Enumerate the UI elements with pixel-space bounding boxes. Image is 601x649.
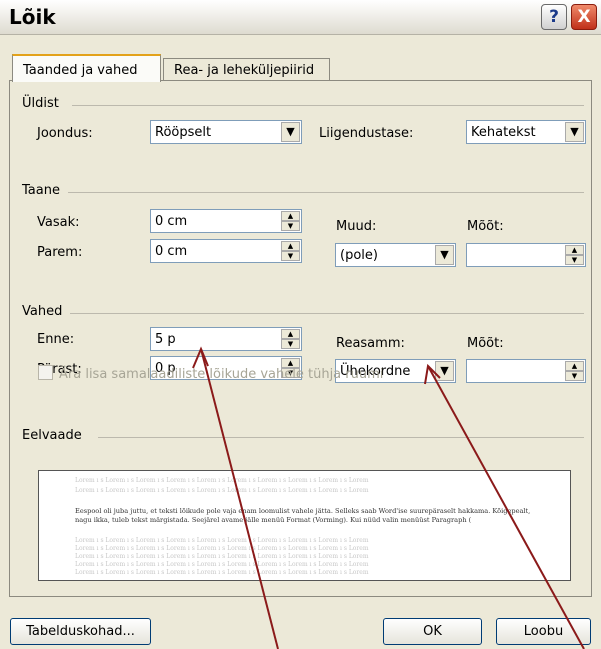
close-button[interactable]: X — [571, 4, 597, 30]
tab-line-and-page-breaks[interactable]: Rea- ja leheküljepiirid — [163, 58, 330, 81]
section-divider — [70, 313, 584, 314]
spin-down-icon[interactable]: ▼ — [281, 221, 300, 231]
outline-level-select[interactable]: Kehatekst ▼ — [466, 120, 586, 144]
chevron-down-icon[interactable]: ▼ — [281, 122, 300, 142]
indent-by-label: Mõõt: — [467, 219, 504, 234]
indent-by-spinner[interactable]: ▲ ▼ — [466, 243, 586, 267]
special-indent-label: Muud: — [336, 219, 377, 234]
right-indent-spinner[interactable]: 0 cm ▲ ▼ — [150, 239, 302, 263]
dont-add-space-label: Ära lisa samalaadiliste lõikude vahele t… — [59, 367, 384, 382]
space-before-spinner[interactable]: 5 p ▲ ▼ — [150, 327, 302, 351]
preview-filler-line: Lorem ı s Lorem ı s Lorem ı s Lorem ı s … — [75, 487, 369, 494]
tab-label: Rea- ja leheküljepiirid — [174, 63, 315, 78]
spin-up-icon[interactable]: ▲ — [281, 241, 300, 251]
indent-heading: Taane — [22, 183, 60, 198]
left-indent-spinner[interactable]: 0 cm ▲ ▼ — [150, 209, 302, 233]
ok-button[interactable]: OK — [383, 618, 482, 645]
preview-filler-line: Lorem ı s Lorem ı s Lorem ı s Lorem ı s … — [75, 569, 369, 576]
special-indent-value: (pole) — [340, 248, 378, 263]
spin-down-icon[interactable]: ▼ — [565, 255, 584, 265]
tab-label: Taanded ja vahed — [23, 63, 138, 78]
spin-down-icon[interactable]: ▼ — [565, 371, 584, 381]
line-spacing-at-spinner[interactable]: ▲ ▼ — [466, 359, 586, 383]
section-divider — [68, 192, 584, 193]
preview-heading: Eelvaade — [22, 428, 82, 443]
right-indent-value: 0 cm — [155, 244, 188, 259]
outline-level-value: Kehatekst — [471, 125, 536, 140]
chevron-down-icon[interactable]: ▼ — [565, 122, 584, 142]
line-spacing-label: Reasamm: — [336, 336, 405, 351]
preview-filler-line: Lorem ı s Lorem ı s Lorem ı s Lorem ı s … — [75, 477, 369, 484]
dont-add-space-option[interactable]: Ära lisa samalaadiliste lõikude vahele t… — [38, 365, 383, 382]
left-indent-value: 0 cm — [155, 214, 188, 229]
preview-filler-line: Lorem ı s Lorem ı s Lorem ı s Lorem ı s … — [75, 545, 369, 552]
spin-up-icon[interactable]: ▲ — [565, 245, 584, 255]
chevron-down-icon[interactable]: ▼ — [435, 245, 454, 265]
space-before-value: 5 p — [155, 332, 176, 347]
tab-indents-and-spacing[interactable]: Taanded ja vahed — [12, 54, 161, 82]
title-bar: Lõik ? X — [0, 0, 601, 35]
general-heading: Üldist — [22, 96, 59, 111]
space-before-label: Enne: — [37, 332, 75, 347]
cancel-button[interactable]: Loobu — [496, 618, 591, 645]
alignment-label: Joondus: — [37, 126, 93, 141]
help-button[interactable]: ? — [541, 4, 567, 30]
preview-filler-line: Lorem ı s Lorem ı s Lorem ı s Lorem ı s … — [75, 537, 369, 544]
spin-up-icon[interactable]: ▲ — [281, 211, 300, 221]
alignment-select[interactable]: Rööpselt ▼ — [150, 120, 302, 144]
preview-filler-line: Lorem ı s Lorem ı s Lorem ı s Lorem ı s … — [75, 561, 369, 568]
line-spacing-at-label: Mõõt: — [467, 336, 504, 351]
preview-sample-text: Eespool oli juba juttu, et teksti lõikud… — [75, 507, 531, 524]
alignment-value: Rööpselt — [155, 125, 212, 140]
outline-level-label: Liigendustase: — [319, 126, 414, 141]
section-divider — [98, 437, 584, 438]
left-indent-label: Vasak: — [37, 215, 80, 230]
spin-up-icon[interactable]: ▲ — [281, 329, 300, 339]
chevron-down-icon[interactable]: ▼ — [435, 361, 454, 381]
section-divider — [72, 105, 584, 106]
spin-down-icon[interactable]: ▼ — [281, 339, 300, 349]
dont-add-space-checkbox[interactable] — [38, 365, 53, 380]
spin-down-icon[interactable]: ▼ — [281, 251, 300, 261]
paragraph-dialog: Lõik ? X Taanded ja vahed Rea- ja lehekü… — [0, 0, 601, 649]
special-indent-select[interactable]: (pole) ▼ — [335, 243, 456, 267]
right-indent-label: Parem: — [37, 245, 83, 260]
spin-up-icon[interactable]: ▲ — [565, 361, 584, 371]
window-title: Lõik — [9, 5, 56, 29]
preview-box: Lorem ı s Lorem ı s Lorem ı s Lorem ı s … — [38, 470, 571, 581]
spacing-heading: Vahed — [22, 304, 63, 319]
tabs-button[interactable]: Tabelduskohad... — [10, 618, 151, 645]
preview-filler-line: Lorem ı s Lorem ı s Lorem ı s Lorem ı s … — [75, 553, 369, 560]
